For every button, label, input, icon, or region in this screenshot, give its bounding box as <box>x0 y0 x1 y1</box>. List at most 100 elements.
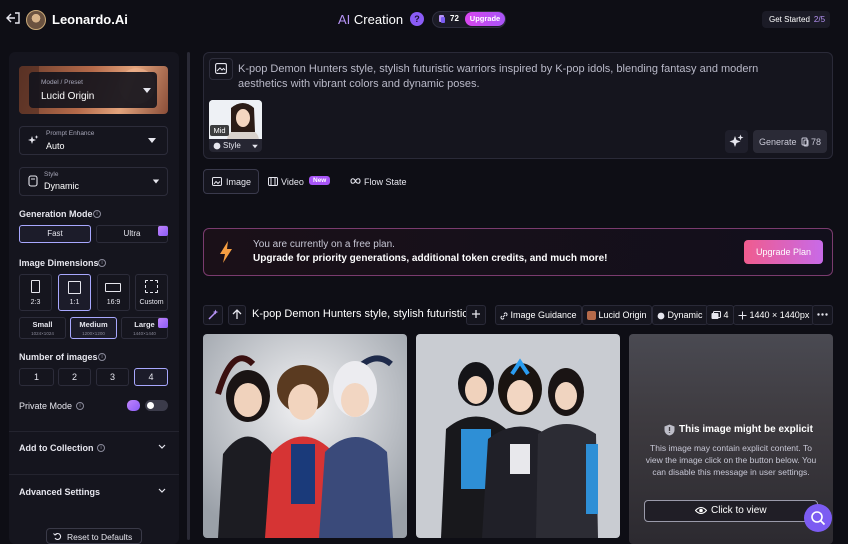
generation-mode-fast[interactable]: Fast <box>19 225 91 243</box>
style-value: Dynamic <box>44 181 80 191</box>
image-guidance-chip[interactable]: Image Guidance <box>495 305 582 325</box>
banner-line2: Upgrade for priority generations, additi… <box>253 253 608 264</box>
info-icon[interactable]: i <box>97 444 105 452</box>
explicit-title: This image might be explicit <box>679 424 813 435</box>
toggle-knob <box>147 402 154 409</box>
sparkle-icon <box>28 135 39 146</box>
prompt-input[interactable]: K-pop Demon Hunters style, stylish futur… <box>238 62 808 92</box>
dimensions-chip[interactable]: 1440 × 1440px <box>733 305 815 325</box>
palette-icon <box>213 142 221 150</box>
info-icon[interactable]: i <box>93 210 101 218</box>
info-icon[interactable]: i <box>98 353 106 361</box>
search-icon <box>810 510 826 526</box>
style-strength-tag: Mid <box>210 125 229 136</box>
advanced-settings-title: Advanced Settings <box>19 487 101 497</box>
link-icon <box>500 312 508 320</box>
brand-name[interactable]: Leonardo.Ai <box>52 12 128 27</box>
get-started-progress: 2/5 <box>813 15 826 24</box>
style-icon <box>28 175 38 187</box>
image-count-chip[interactable]: 4 <box>706 305 734 325</box>
palette-icon <box>657 312 665 320</box>
generated-image-1[interactable] <box>203 334 407 538</box>
explicit-message: This image may contain explicit content.… <box>645 443 817 477</box>
tab-flow-state[interactable]: Flow State <box>364 177 407 187</box>
size-dims: 1440×1440 <box>133 331 156 336</box>
generation-prompt[interactable]: K-pop Demon Hunters style, stylish futur… <box>252 308 477 320</box>
custom-ratio-icon <box>145 280 158 293</box>
model-thumbnail-icon <box>587 311 596 321</box>
image-dimensions-title: Image Dimensions <box>19 258 99 268</box>
private-mode-title: Private Mode <box>19 401 73 411</box>
chevron-down-icon <box>158 488 166 494</box>
chevron-down-icon <box>158 444 166 450</box>
avatar[interactable] <box>26 10 46 30</box>
prompt-enhance-value: Auto <box>46 141 65 151</box>
lightning-icon <box>219 241 233 263</box>
upgrade-banner <box>203 228 833 276</box>
premium-gem-icon <box>158 318 168 328</box>
model-preset-select[interactable] <box>29 72 157 108</box>
token-count: 72 <box>450 14 459 23</box>
title-rest: Creation <box>350 12 404 27</box>
reset-icon <box>53 532 62 541</box>
get-started-button[interactable]: Get Started 2/5 <box>762 11 830 28</box>
image-icon <box>215 63 227 74</box>
help-icon[interactable]: ? <box>410 12 424 26</box>
exit-icon[interactable] <box>6 12 20 24</box>
model-preset-label: Model / Preset <box>41 79 83 86</box>
size-label: Medium <box>79 320 108 329</box>
page-title: AI Creation <box>338 12 403 27</box>
style-select[interactable] <box>19 167 168 196</box>
token-icon <box>801 137 809 147</box>
chevron-down-icon <box>152 179 160 184</box>
chevron-down-icon <box>148 138 156 143</box>
image-count-label: 4 <box>723 310 729 320</box>
image-count-2[interactable]: 2 <box>58 368 91 386</box>
portrait-ratio-icon <box>31 280 40 293</box>
generated-image-2[interactable] <box>416 334 620 538</box>
chevron-down-icon <box>143 88 151 93</box>
size-dims: 1024×1024 <box>31 331 54 336</box>
image-count-1[interactable]: 1 <box>19 368 54 386</box>
image-guidance-label: Image Guidance <box>510 310 577 320</box>
plus-icon <box>471 309 481 319</box>
upgrade-plan-button[interactable]: Upgrade Plan <box>744 240 823 264</box>
landscape-ratio-icon <box>105 283 121 292</box>
style-chip[interactable]: Dynamic <box>652 305 708 325</box>
aspect-ratio-label: Custom <box>139 299 164 306</box>
dimensions-label: 1440 × 1440px <box>749 310 810 320</box>
model-chip[interactable]: Lucid Origin <box>582 305 652 325</box>
info-icon[interactable]: i <box>76 402 84 410</box>
style-chip-label: Dynamic <box>667 310 703 320</box>
sidebar-scrollbar[interactable] <box>187 52 190 540</box>
infinity-icon <box>350 177 361 185</box>
aspect-ratio-label: 16:9 <box>106 299 121 306</box>
shield-icon <box>664 424 675 436</box>
aspect-ratio-label: 2:3 <box>30 299 41 306</box>
style-label: Style <box>44 171 59 178</box>
sparkle-icon <box>729 134 744 149</box>
tab-image-label: Image <box>226 177 252 187</box>
number-of-images-title: Number of images <box>19 352 98 362</box>
reset-label: Reset to Defaults <box>67 532 133 542</box>
tab-video[interactable]: Video <box>281 177 304 187</box>
info-icon[interactable]: i <box>98 259 106 267</box>
new-badge: New <box>309 176 331 185</box>
wand-icon <box>208 309 219 320</box>
upgrade-button[interactable]: Upgrade <box>465 12 505 26</box>
video-icon <box>268 177 278 186</box>
image-count-4[interactable]: 4 <box>134 368 168 386</box>
chevron-down-icon <box>252 144 258 149</box>
size-label: Small <box>32 320 53 329</box>
premium-gem-icon <box>127 400 140 411</box>
generate-label: Generate <box>759 137 797 147</box>
premium-gem-icon <box>158 226 168 236</box>
generation-mode-title: Generation Mode <box>19 209 93 219</box>
banner-line1: You are currently on a free plan. <box>253 239 395 250</box>
eye-icon <box>695 506 707 515</box>
click-to-view-label: Click to view <box>711 505 767 516</box>
style-dropdown-label: Style <box>223 141 241 150</box>
image-count-3[interactable]: 3 <box>96 368 129 386</box>
more-icon <box>817 313 828 316</box>
model-preset-value: Lucid Origin <box>41 91 95 102</box>
